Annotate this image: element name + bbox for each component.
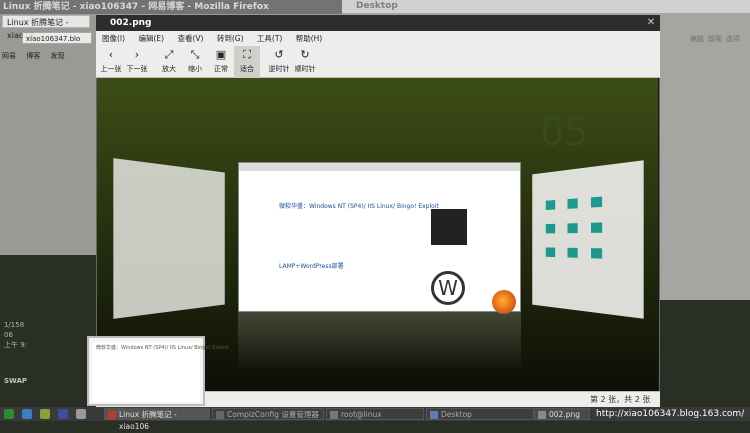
zoom-out-button[interactable]: ⤡ 缩小 — [182, 46, 208, 78]
viewer-menu-bar: 图像(I) 编辑(E) 查看(V) 转到(G) 工具(T) 帮助(H) — [96, 31, 660, 46]
conky-line: 上午 9: — [4, 341, 28, 349]
doc-heading: 微软华盛：Windows NT (SP4)/ IIS Linux/ Bingo!… — [279, 203, 439, 210]
folder-icon — [591, 222, 603, 233]
desk-options-button[interactable]: 选项 — [724, 34, 742, 44]
desktop-window-toolbar: 缩放 前视 选项 — [688, 34, 748, 56]
rotate-ccw-button[interactable]: ↺ 逆时针 — [266, 46, 292, 78]
swap-label: SWAP — [4, 377, 27, 385]
normal-size-icon: ▣ — [215, 48, 227, 61]
menu-view[interactable]: 查看(V) — [177, 34, 203, 43]
conky-line: 1/158 — [4, 321, 25, 329]
zoom-out-icon: ⤡ — [190, 48, 200, 61]
fit-button[interactable]: ⛶ 适合 — [234, 46, 260, 78]
taskbar-item-firefox[interactable]: Linux 折腾笔记 - xiao106 — [104, 408, 210, 431]
rotate-ccw-icon: ↺ — [274, 48, 284, 61]
bookmark-netease[interactable]: 网易 — [2, 52, 16, 60]
folder-icon — [545, 200, 556, 211]
menu-image[interactable]: 图像(I) — [102, 34, 125, 43]
window-reflection — [238, 312, 521, 372]
mini-preview-content — [92, 342, 200, 402]
firefox-url-bar[interactable]: xiao106347.blo — [22, 32, 92, 44]
next-button[interactable]: › 下一张 — [124, 46, 150, 78]
taskbar-item-image-viewer[interactable]: 002.png — [534, 408, 590, 420]
folder-icon — [567, 247, 578, 258]
firefox-bookmark-bar: 网易 博客 发现 — [2, 50, 97, 62]
viewer-toolbar: ‹ 上一张 › 下一张 ⤢ 放大 ⤡ 缩小 ▣ 正常 ⛶ 适合 ↺ 逆时针 ↻ 顺时针 — [96, 46, 660, 78]
settings-icon — [216, 411, 224, 419]
image-counter: 第 2 张，共 2 张 — [590, 395, 651, 404]
image-icon — [538, 411, 546, 419]
folder-icon — [591, 196, 603, 208]
desk-preview-button[interactable]: 前视 — [706, 34, 724, 44]
wordpress-logo-icon: W — [431, 271, 465, 305]
menu-help[interactable]: 帮助(H) — [296, 34, 323, 43]
browser-launcher-icon[interactable] — [22, 409, 32, 419]
mini-preview-heading: 微软华盛：Windows NT (SP4)/ IIS Linux/ Bingo!… — [96, 345, 230, 351]
taskbar-item-desktop[interactable]: Desktop — [426, 408, 534, 420]
zoom-in-button[interactable]: ⤢ 放大 — [156, 46, 182, 78]
normal-size-button[interactable]: ▣ 正常 — [208, 46, 234, 78]
menu-tools[interactable]: 工具(T) — [257, 34, 282, 43]
blog-url-watermark: http://xiao106347.blog.163.com/ — [596, 409, 745, 419]
network-icon[interactable] — [58, 409, 68, 419]
rotate-cw-button[interactable]: ↻ 顺时针 — [292, 46, 318, 78]
menu-go[interactable]: 转到(G) — [217, 34, 244, 43]
folder-icon — [545, 223, 556, 234]
center-window-thumbnail: 微软华盛：Windows NT (SP4)/ IIS Linux/ Bingo!… — [238, 162, 521, 312]
folder-icon — [567, 198, 578, 209]
desktop-window-title[interactable]: Desktop — [342, 0, 750, 13]
left-window-thumbnail — [113, 158, 225, 319]
viewer-title-bar[interactable]: 002.png — [96, 15, 660, 31]
terminal-icon — [330, 411, 338, 419]
taskbar-item-terminal[interactable]: root@linux — [326, 408, 424, 420]
chevron-right-icon: › — [134, 48, 140, 61]
firefox-icon — [108, 411, 116, 419]
doc-photo — [431, 209, 467, 245]
folder-icon — [430, 411, 438, 419]
chevron-left-icon: ‹ — [108, 48, 114, 61]
fit-icon: ⛶ — [243, 48, 251, 61]
rotate-cw-icon: ↻ — [300, 48, 310, 61]
taskbar-item-compiz[interactable]: CompizConfig 设置管理器 — [212, 408, 324, 420]
conky-line: 06 — [4, 331, 13, 339]
firefox-logo-icon — [492, 290, 516, 314]
prev-button[interactable]: ‹ 上一张 — [98, 46, 124, 78]
desktop-clock-number: 05 — [540, 110, 589, 154]
zoom-in-icon: ⤢ — [164, 48, 174, 61]
bookmark-discover[interactable]: 发现 — [50, 52, 64, 60]
right-window-thumbnail — [532, 160, 644, 319]
firefox-title-bar[interactable]: Linux 折腾笔记 - xiao106347 - 网易博客 - Mozilla… — [0, 0, 342, 14]
folder-icon — [567, 223, 578, 234]
app-menu-icon[interactable] — [4, 409, 14, 419]
firefox-tab[interactable]: Linux 折腾笔记 - xiao10 — [2, 15, 90, 40]
bookmark-blog[interactable]: 博客 — [26, 52, 40, 60]
conky-monitor: 1/158 06 上午 9: — [4, 320, 84, 350]
folder-icon — [591, 248, 603, 259]
sound-icon[interactable] — [76, 409, 86, 419]
folder-icon — [545, 247, 556, 258]
menu-edit[interactable]: 编辑(E) — [138, 34, 164, 43]
close-icon[interactable]: ✕ — [645, 17, 657, 29]
thumbnail-title-bar — [239, 163, 520, 171]
files-launcher-icon[interactable] — [40, 409, 50, 419]
doc-heading-2: LAMP+WordPress部署 — [279, 263, 344, 270]
desk-zoom-button[interactable]: 缩放 — [688, 34, 706, 44]
